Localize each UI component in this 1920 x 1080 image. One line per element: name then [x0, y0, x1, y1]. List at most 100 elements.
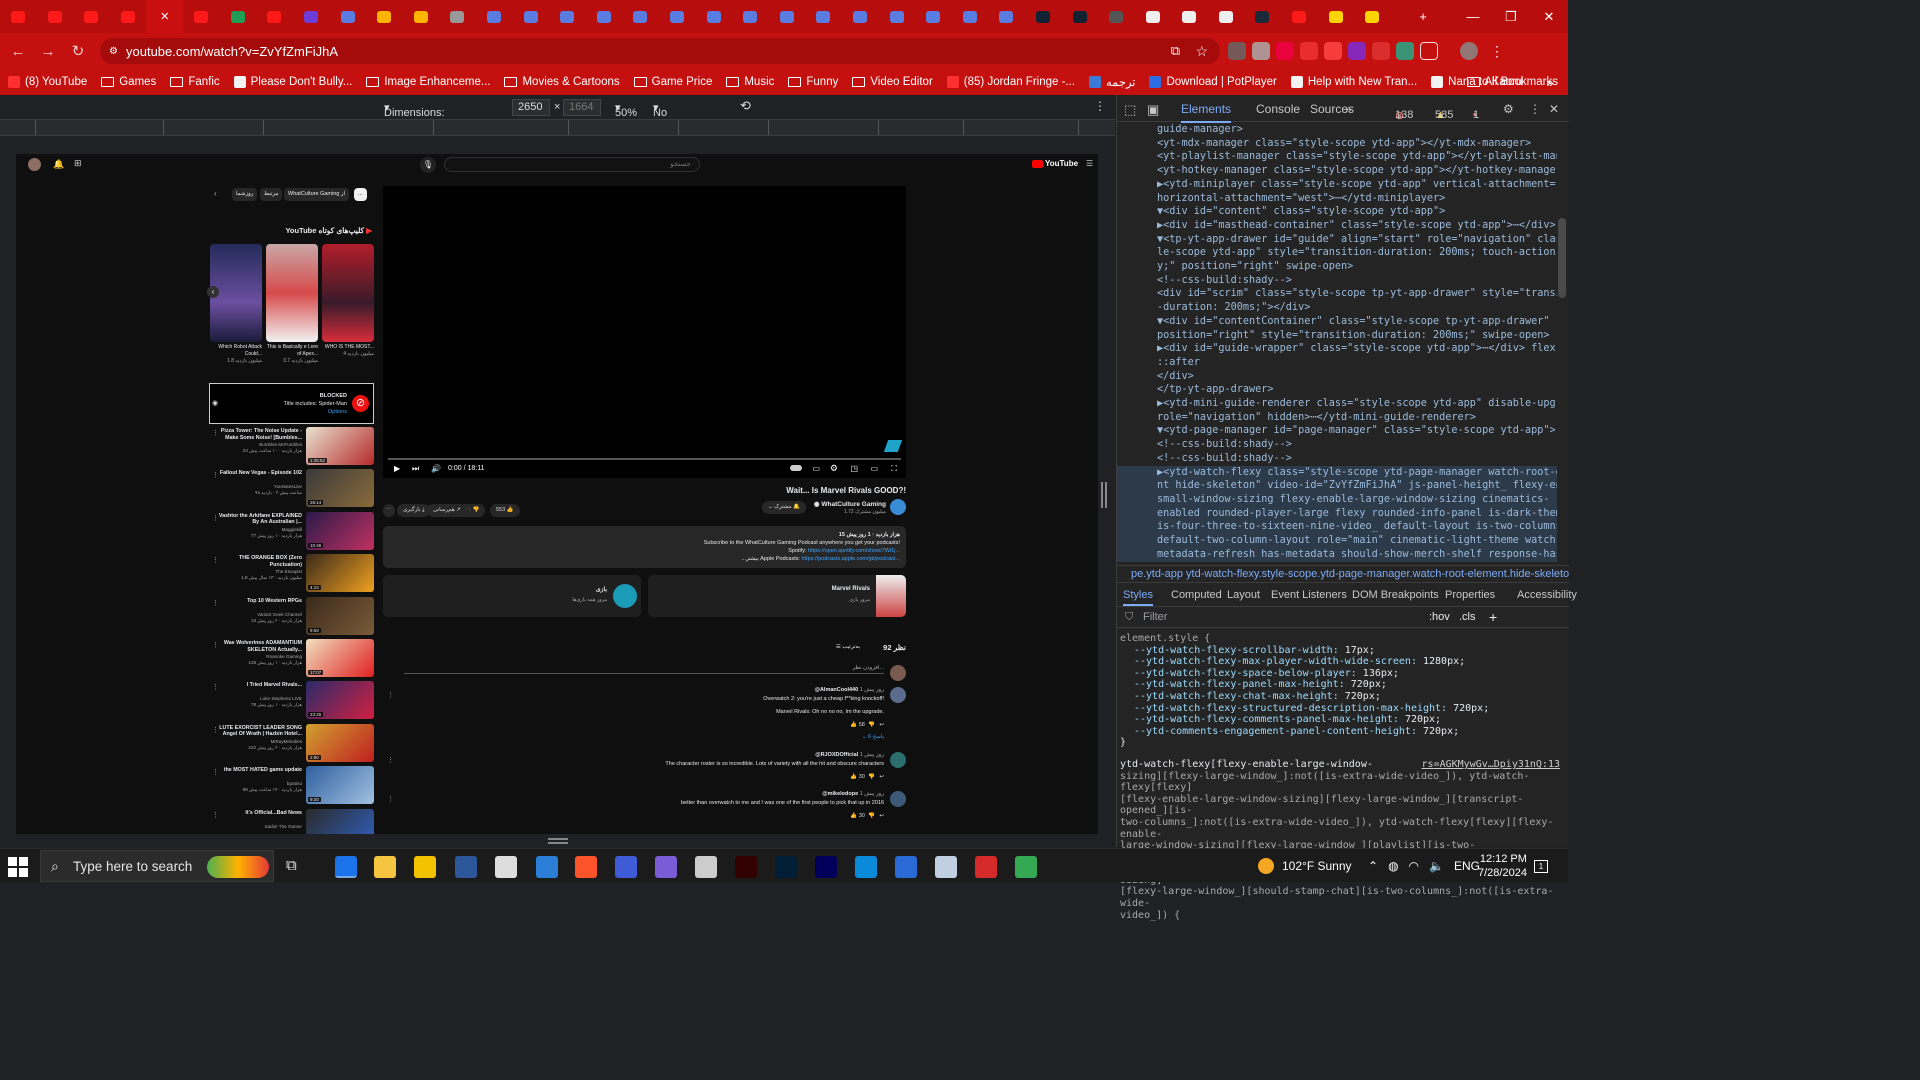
address-bar[interactable]: ⚙ youtube.com/watch?v=ZvYfZmFiJhA ⧉ ☆: [100, 38, 1220, 64]
dom-node-line[interactable]: <!--css-build:shady-->: [1117, 438, 1557, 452]
bookmark-item[interactable]: Games: [101, 75, 156, 89]
extension-icon[interactable]: [1348, 42, 1366, 60]
style-property[interactable]: --ytd-watch-flexy-space-below-player: 13…: [1120, 668, 1560, 680]
description-box[interactable]: 15 هزار بازدید · 1 روز پیش Subscribe to …: [383, 526, 906, 568]
close-icon[interactable]: ✕: [158, 11, 172, 23]
channel-name[interactable]: Sadio! The Gamer: [212, 824, 302, 830]
extension-icon[interactable]: [1276, 42, 1294, 60]
short-title[interactable]: WHO IS THE MOST...: [322, 344, 374, 351]
dom-node-line[interactable]: <yt-playlist-manager class="style-scope …: [1117, 150, 1557, 164]
elements-scrollbar[interactable]: [1558, 218, 1566, 298]
like-icon[interactable]: 👍: [850, 722, 857, 728]
extension-icon[interactable]: [1396, 42, 1414, 60]
comment-author[interactable]: @AlmanCool440: [815, 687, 859, 693]
description-link[interactable]: https://podcasts.apple.com/gb/podcast...: [802, 556, 900, 562]
voice-search-icon[interactable]: 🎙: [420, 157, 436, 173]
hov-button[interactable]: :hov: [1429, 611, 1450, 623]
avatar[interactable]: [890, 752, 906, 768]
more-actions-button[interactable]: ⋯: [383, 504, 395, 517]
dom-node-line[interactable]: ▶<div id="masthead-container" class="sty…: [1117, 219, 1557, 233]
extension-icon[interactable]: [1372, 42, 1390, 60]
dislike-icon[interactable]: 👎: [868, 774, 875, 780]
add-comment-input[interactable]: افزودن نظر...: [404, 665, 884, 674]
style-property[interactable]: --ytd-watch-flexy-max-player-width-wide-…: [1120, 656, 1560, 668]
potplayer-icon[interactable]: [414, 856, 436, 878]
styles-tab-accessibility[interactable]: Accessibility: [1517, 589, 1577, 601]
dom-node-line[interactable]: small-window-sizing flexy-enable-large-w…: [1117, 492, 1557, 507]
browser-tab[interactable]: [549, 0, 586, 33]
browser-tab[interactable]: [0, 0, 37, 33]
task-view-icon[interactable]: ⧉: [286, 857, 297, 874]
elements-tree[interactable]: guide-manager> <yt-mdx-manager class="sty…: [1117, 123, 1557, 563]
more-tabs-icon[interactable]: »: [1345, 102, 1352, 116]
dom-node-line[interactable]: ▼<div id="content" class="style-scope yt…: [1117, 205, 1557, 219]
brave-icon[interactable]: [575, 856, 597, 878]
next-icon[interactable]: ⏭: [412, 464, 419, 474]
chip-selected[interactable]: ...: [354, 188, 367, 201]
dom-node-line[interactable]: guide-manager>: [1117, 123, 1557, 137]
more-options-icon[interactable]: ⋮: [387, 691, 394, 699]
list-item[interactable]: 9:20 the MOST HATED game update bpatino 88 …: [209, 766, 374, 806]
filter-input[interactable]: Filter: [1143, 611, 1167, 623]
more-options-icon[interactable]: ⋮: [387, 756, 394, 764]
rotate-icon[interactable]: ⟲: [740, 98, 751, 114]
bookmark-item[interactable]: Please Don't Bully...: [233, 75, 352, 89]
bookmark-star-icon[interactable]: ☆: [1195, 43, 1208, 60]
blocked-options-link[interactable]: Options: [284, 408, 347, 416]
more-options-icon[interactable]: ⋮: [212, 726, 219, 734]
dom-node-line[interactable]: default-two-column-layout role="main" ci…: [1117, 534, 1557, 548]
menu-icon[interactable]: ☰: [1086, 159, 1093, 168]
list-item[interactable]: 9:59 Top 10 Western RPGs Variant Geek Chan…: [209, 596, 374, 637]
device-more-icon[interactable]: ⋮: [1094, 99, 1106, 113]
dom-node-line[interactable]: </div>: [1117, 370, 1557, 384]
browser-tab[interactable]: [110, 0, 147, 33]
browser-tab[interactable]: [915, 0, 952, 33]
browser-tab[interactable]: [329, 0, 366, 33]
dom-node-line[interactable]: <yt-hotkey-manager class="style-scope yt…: [1117, 164, 1557, 178]
browser-tab[interactable]: [512, 0, 549, 33]
list-item[interactable]: 1:35:52 Pizza Tower: The Noise Update - M…: [209, 427, 374, 467]
more-options-icon[interactable]: ⋮: [212, 556, 219, 564]
chrome-icon[interactable]: [1015, 856, 1037, 878]
comment-author[interactable]: @mikelodope: [822, 791, 858, 797]
reload-button[interactable]: ↻: [63, 42, 93, 60]
theater-icon[interactable]: ▭: [870, 464, 878, 473]
dom-node-line[interactable]: ▼<tp-yt-app-drawer id="guide" align="sta…: [1117, 233, 1557, 247]
clock[interactable]: 12:12 PM 7/28/2024: [1478, 849, 1527, 883]
video-title[interactable]: the MOST HATED game update: [212, 767, 302, 774]
video-title[interactable]: Top 10 Western RPGs: [212, 598, 302, 605]
browser-tab[interactable]: [37, 0, 74, 33]
language-indicator[interactable]: ENG: [1454, 859, 1480, 873]
more-options-icon[interactable]: ⋮: [212, 514, 219, 522]
all-bookmarks-button[interactable]: All Bookmarks: [1466, 76, 1558, 88]
more-options-icon[interactable]: ⋮: [212, 599, 219, 607]
more-options-icon[interactable]: ⋮: [212, 768, 219, 776]
video-title[interactable]: Vashtor the Arkifane EXPLAINED By An Aus…: [212, 513, 302, 526]
styles-tab-styles[interactable]: Styles: [1123, 589, 1153, 606]
bookmark-item[interactable]: (85) Jordan Fringe -...: [946, 75, 1075, 89]
close-icon[interactable]: ✕: [1549, 102, 1559, 116]
style-property[interactable]: --ytd-watch-flexy-scrollbar-width: 17px;: [1120, 645, 1560, 657]
viewport-bottom-handle[interactable]: [548, 838, 568, 844]
list-item[interactable]: 17:07 Was Wolverines ADAMANTIUM SKELETON …: [209, 639, 374, 679]
list-item[interactable]: It's Official...Bad News Sadio! The Gamer…: [209, 808, 374, 834]
browser-tab[interactable]: [1134, 0, 1171, 33]
width-input[interactable]: 2650: [512, 99, 550, 116]
chevron-left-icon[interactable]: ‹: [214, 189, 217, 198]
styles-tab-computed[interactable]: Computed: [1171, 589, 1222, 601]
eye-icon[interactable]: ◉: [212, 399, 218, 407]
dom-node-line[interactable]: <!--css-build:shady-->: [1117, 452, 1557, 466]
controller-icon[interactable]: [695, 856, 717, 878]
style-property[interactable]: --ytd-watch-flexy-panel-max-height: 720p…: [1120, 679, 1560, 691]
height-input[interactable]: 1664: [563, 99, 601, 116]
list-item[interactable]: 4:23 THE ORANGE BOX (Zero Punctuation) The…: [209, 554, 374, 594]
open-in-app-icon[interactable]: ⧉: [1171, 43, 1180, 59]
settings-icon[interactable]: ⚙: [1503, 102, 1514, 116]
video-thumbnail[interactable]: 10:46: [306, 511, 374, 550]
vscode-icon[interactable]: [855, 856, 877, 878]
word-icon[interactable]: [455, 856, 477, 878]
notes-icon[interactable]: [655, 856, 677, 878]
video-thumbnail[interactable]: 26:14: [306, 469, 374, 508]
dom-node-line[interactable]: enabled rounded-player-large flexy round…: [1117, 506, 1557, 521]
style-property[interactable]: --ytd-comments-engagement-panel-content-…: [1120, 726, 1560, 738]
